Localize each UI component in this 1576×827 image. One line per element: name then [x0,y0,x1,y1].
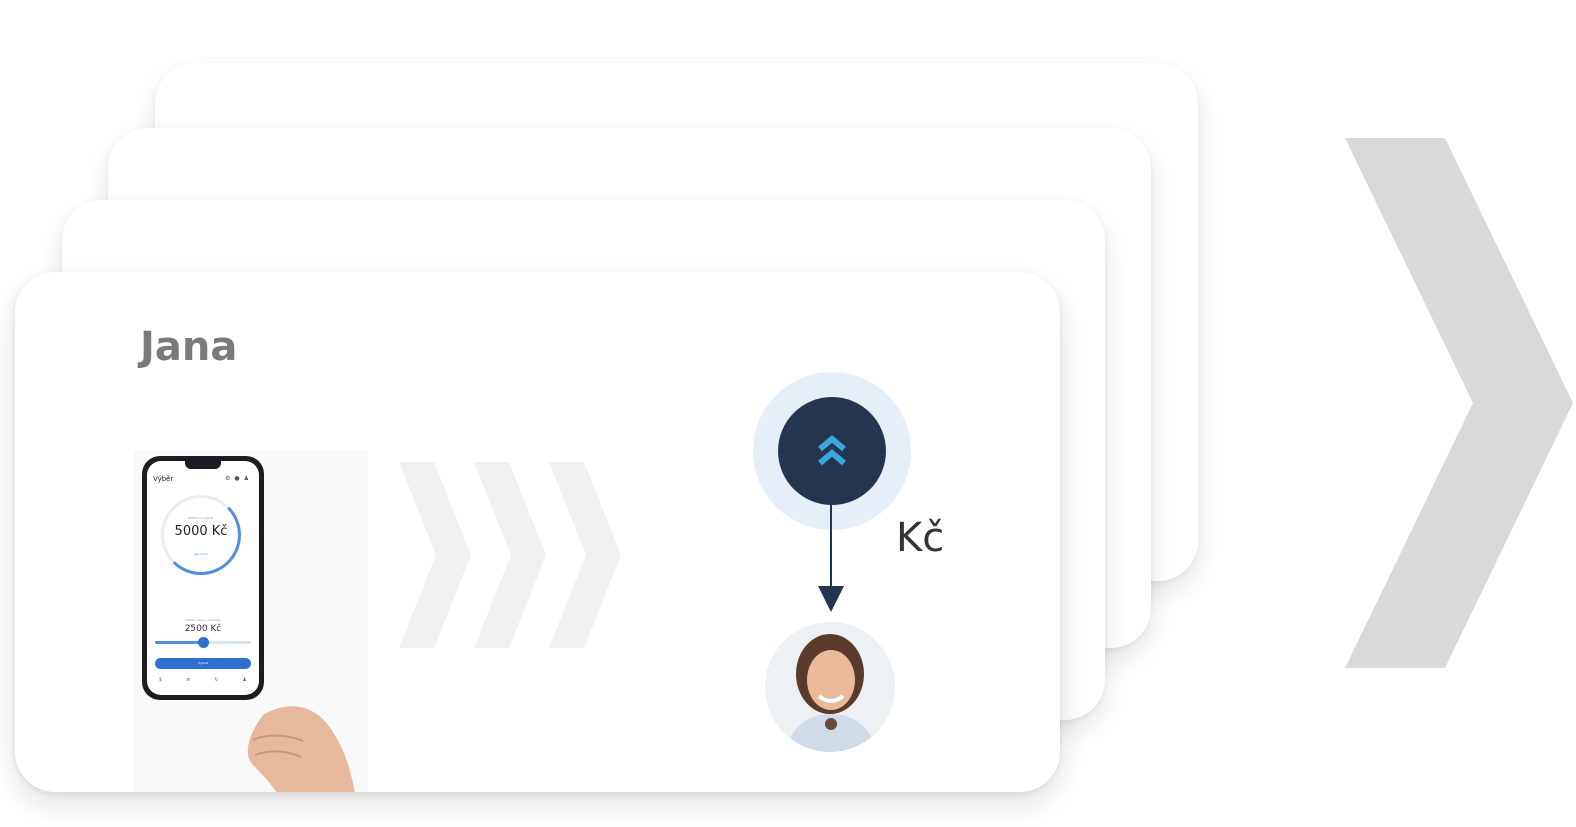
slider-thumb[interactable] [197,637,209,648]
ring-balance: 5000 Kč [174,524,228,539]
double-chevron-up-icon [818,435,846,466]
app-tab-bar: $ ≡ ↻ ♟ [147,677,259,691]
slider-fill [155,641,203,644]
employee-card: Jana Výběr ⚙●♟ Můžete si vybrat 5000 Kč … [15,272,1060,792]
tab-profile-icon[interactable]: ♟ [242,677,246,691]
amount-slider[interactable] [155,637,251,648]
payroll-illustration: Jana Výběr ⚙●♟ Můžete si vybrat 5000 Kč … [0,0,1576,827]
currency-label: Kč [896,515,945,561]
phone-photo: Výběr ⚙●♟ Můžete si vybrat 5000 Kč Jak n… [133,450,368,792]
avatar [765,622,895,752]
ring-link[interactable]: Jak na to [164,552,238,556]
arrow-down-icon [818,586,844,612]
balance-ring: Můžete si vybrat 5000 Kč Jak na to [161,495,241,575]
tab-list-icon[interactable]: ≡ [186,677,190,691]
slider-amount: 2500 Kč [184,624,222,634]
person-photo [765,622,895,752]
app-logo-badge [778,397,886,505]
slider-caption: Částka, kterou vyberete [184,618,222,622]
phone-screen: Výběr ⚙●♟ Můžete si vybrat 5000 Kč Jak n… [147,461,259,695]
app-title: Výběr [153,475,174,483]
app-header-icons: ⚙●♟ [225,475,253,482]
phone-notch [185,461,221,469]
employee-name: Jana [140,324,238,370]
large-chevron-right-icon [1345,138,1573,668]
phone-device: Výběr ⚙●♟ Můžete si vybrat 5000 Kč Jak n… [142,456,264,700]
withdraw-button[interactable]: Vybrat [155,658,251,669]
payout-transfer: Kč [753,372,944,752]
ring-caption: Můžete si vybrat [188,516,214,520]
triple-chevron-right-icon [399,462,621,648]
tab-history-icon[interactable]: ↻ [214,677,218,691]
tab-home-icon[interactable]: $ [159,677,162,691]
